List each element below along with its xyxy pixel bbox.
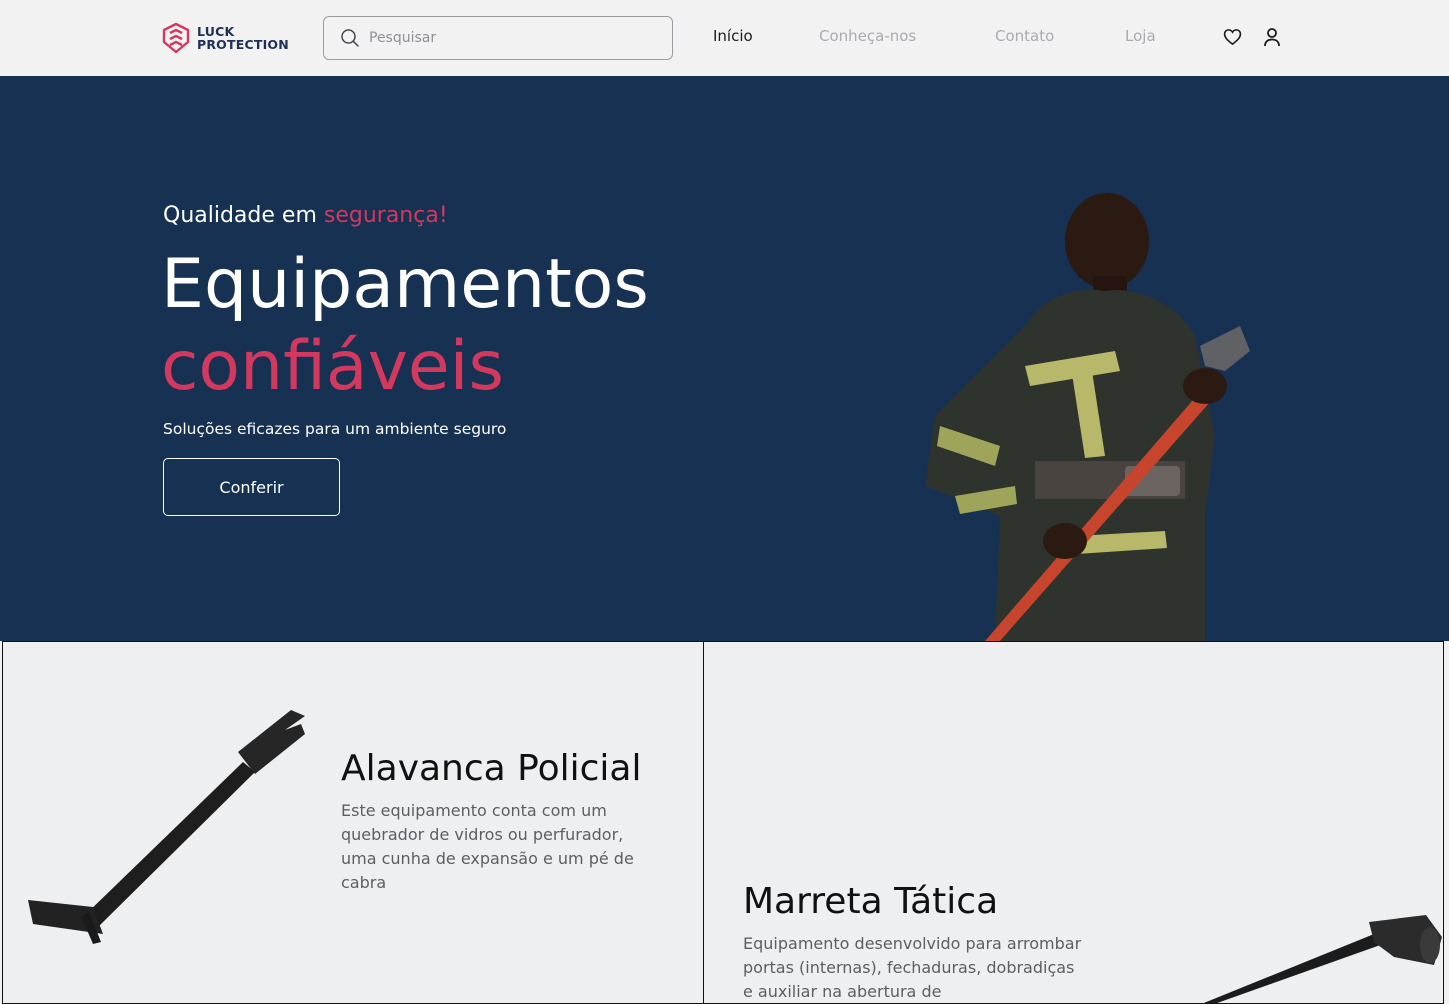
hero-tagline: Qualidade em segurança! <box>163 203 448 228</box>
hero-tag-accent: segurança! <box>323 203 448 228</box>
logo-line2: PROTECTION <box>197 37 289 52</box>
site-header: LUCK PROTECTION Início Conheça-nos Conta… <box>0 0 1449 76</box>
product-description: Equipamento desenvolvido para arrombar p… <box>743 934 1082 1001</box>
hero-banner: Qualidade em segurança! Equipamentos con… <box>0 76 1449 641</box>
logo-shield-icon <box>162 22 190 54</box>
search-input[interactable] <box>369 30 669 46</box>
user-icon <box>1264 28 1280 47</box>
logo-wordmark: LUCK PROTECTION <box>197 25 289 51</box>
product-card-alavanca[interactable]: Alavanca Policial Este equipamento conta… <box>2 641 704 1004</box>
hero-title-line1: Equipamentos <box>161 245 649 324</box>
product-title: Marreta Tática <box>743 881 999 922</box>
favorites-button[interactable] <box>1221 26 1243 48</box>
search-box[interactable] <box>323 16 673 60</box>
nav-contato[interactable]: Contato <box>995 27 1054 45</box>
product-description: Este equipamento conta com um quebrador … <box>341 801 634 892</box>
search-icon <box>341 29 359 47</box>
nav-conheca-nos[interactable]: Conheça-nos <box>819 27 916 45</box>
hero-tag-prefix: Qualidade em <box>163 203 324 228</box>
firefighter-image <box>925 193 1250 641</box>
hero-title-line2: confiáveis <box>161 327 504 406</box>
crowbar-image <box>28 710 305 944</box>
sledgehammer-image <box>1203 915 1442 1003</box>
conferir-button[interactable]: Conferir <box>163 458 340 516</box>
product-card-marreta[interactable]: Marreta Tática Equipamento desenvolvido … <box>703 641 1444 1004</box>
nav-loja[interactable]: Loja <box>1125 27 1156 45</box>
product-title: Alavanca Policial <box>341 748 642 789</box>
brand-logo[interactable]: LUCK PROTECTION <box>161 22 289 54</box>
account-button[interactable] <box>1261 26 1283 48</box>
hero-subtitle: Soluções eficazes para um ambiente segur… <box>163 420 507 438</box>
nav-inicio[interactable]: Início <box>713 27 753 45</box>
heart-icon <box>1223 29 1241 46</box>
